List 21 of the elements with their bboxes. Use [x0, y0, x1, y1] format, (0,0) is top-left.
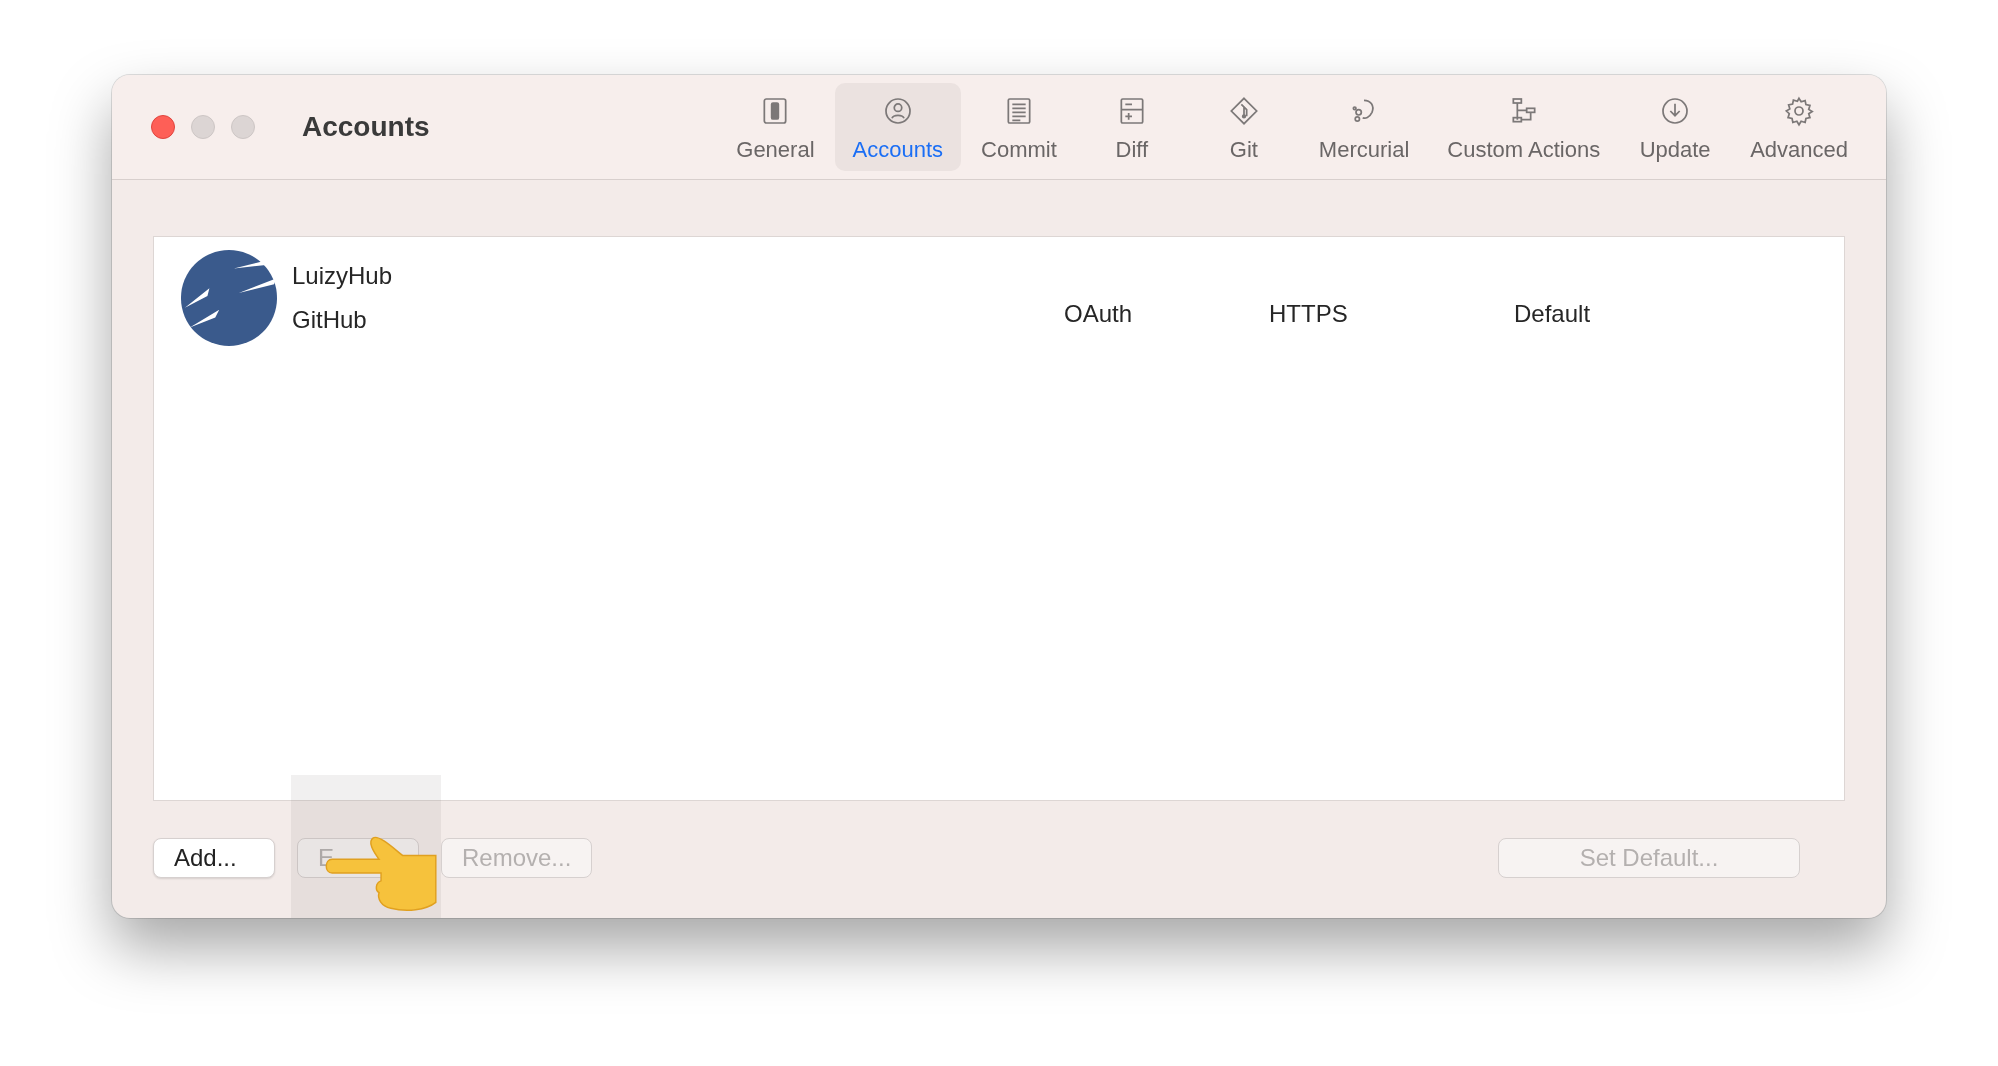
toolbar-tab[interactable]: Commit — [963, 83, 1075, 171]
window-title: Accounts — [302, 111, 430, 143]
avatar-icon — [180, 249, 278, 347]
default-status: Default — [1514, 300, 1591, 328]
account-name: LuizyHub — [292, 262, 394, 290]
toolbar-tab[interactable]: Accounts — [834, 83, 962, 171]
toolbar-tab[interactable]: General — [718, 83, 833, 171]
toolbar-tab[interactable]: Diff — [1076, 83, 1187, 171]
zoom-button[interactable] — [231, 115, 255, 139]
toolbar-tab[interactable]: Git — [1188, 83, 1299, 171]
protocol: HTTPS — [1269, 300, 1349, 328]
action-button[interactable]: Add... — [153, 838, 275, 878]
minimize-button[interactable] — [191, 115, 215, 139]
gear-icon — [1783, 95, 1816, 127]
toolbar-tab[interactable]: Mercurial — [1300, 83, 1428, 171]
account-host: GitHub — [292, 306, 368, 334]
toolbar-tab[interactable]: Advanced — [1732, 83, 1866, 171]
toolbar-tab[interactable]: Update — [1620, 83, 1731, 171]
toolbar-tab[interactable]: Custom Actions — [1429, 83, 1619, 171]
close-button[interactable] — [151, 115, 175, 139]
auth-method: OAuth — [1064, 300, 1134, 328]
